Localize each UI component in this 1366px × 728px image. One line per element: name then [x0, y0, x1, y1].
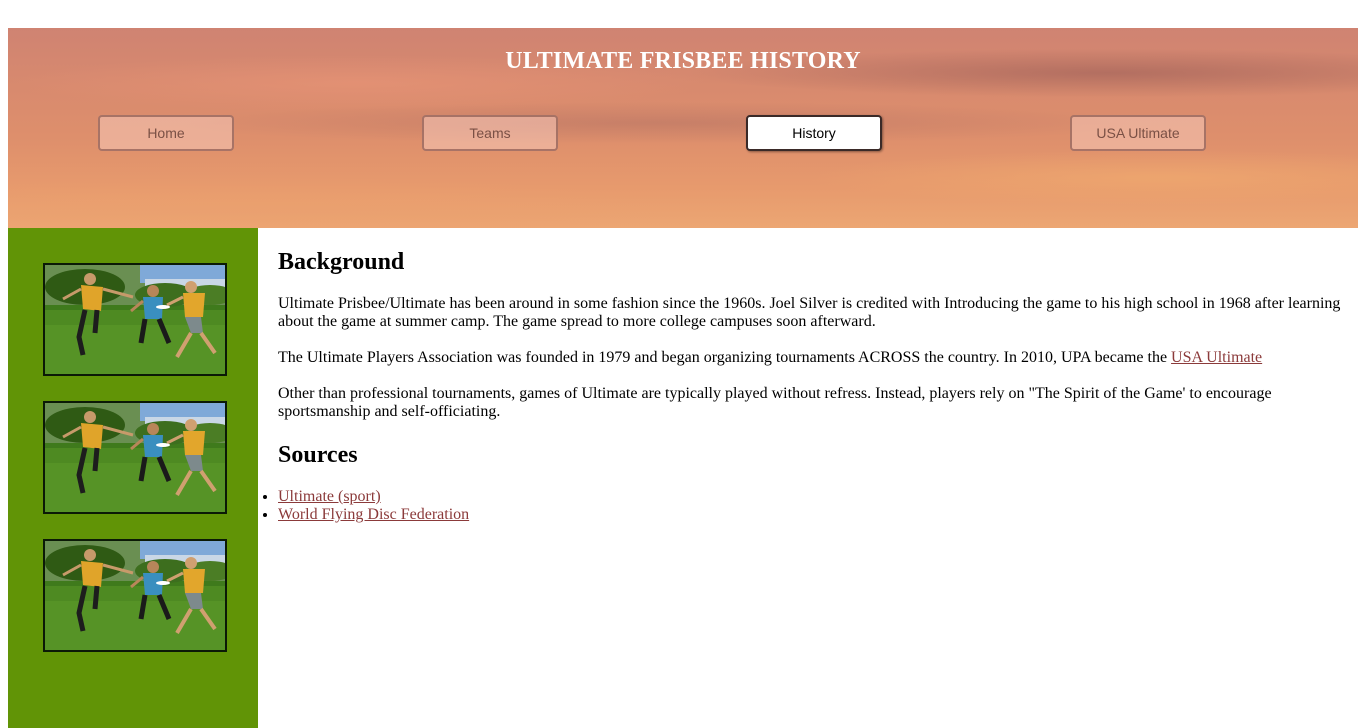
background-paragraph-2-text: The Ultimate Players Association was fou… — [278, 349, 1168, 366]
nav-teams-button[interactable]: Teams — [422, 115, 558, 151]
source-link-ultimate-sport[interactable]: Ultimate (sport) — [278, 488, 381, 505]
sources-list: Ultimate (sport) World Flying Disc Feder… — [278, 488, 469, 524]
usa-ultimate-link[interactable]: USA Ultimate — [1171, 349, 1262, 366]
sidebar-photo-3 — [43, 539, 227, 652]
nav-usa-ultimate-button[interactable]: USA Ultimate — [1070, 115, 1206, 151]
sources-heading: Sources — [278, 442, 358, 468]
background-heading: Background — [278, 249, 405, 275]
sidebar-photo-1 — [43, 263, 227, 376]
nav-history-button[interactable]: History — [746, 115, 882, 151]
list-item: World Flying Disc Federation — [278, 506, 469, 524]
sidebar-photo-2 — [43, 401, 227, 514]
source-link-wfdf[interactable]: World Flying Disc Federation — [278, 506, 469, 523]
background-paragraph-3: Other than professional tournaments, gam… — [278, 385, 1272, 420]
page: ULTIMATE FRISBEE HISTORY Home Teams Hist… — [8, 28, 1358, 728]
header-banner: ULTIMATE FRISBEE HISTORY Home Teams Hist… — [8, 28, 1358, 228]
sidebar — [8, 228, 258, 728]
background-paragraph-2: The Ultimate Players Association was fou… — [278, 349, 1348, 367]
background-paragraph-1: Ultimate Prisbee/Ultimate has been aroun… — [278, 295, 1341, 330]
list-item: Ultimate (sport) — [278, 488, 469, 506]
nav-home-button[interactable]: Home — [98, 115, 234, 151]
site-title: ULTIMATE FRISBEE HISTORY — [505, 48, 861, 74]
